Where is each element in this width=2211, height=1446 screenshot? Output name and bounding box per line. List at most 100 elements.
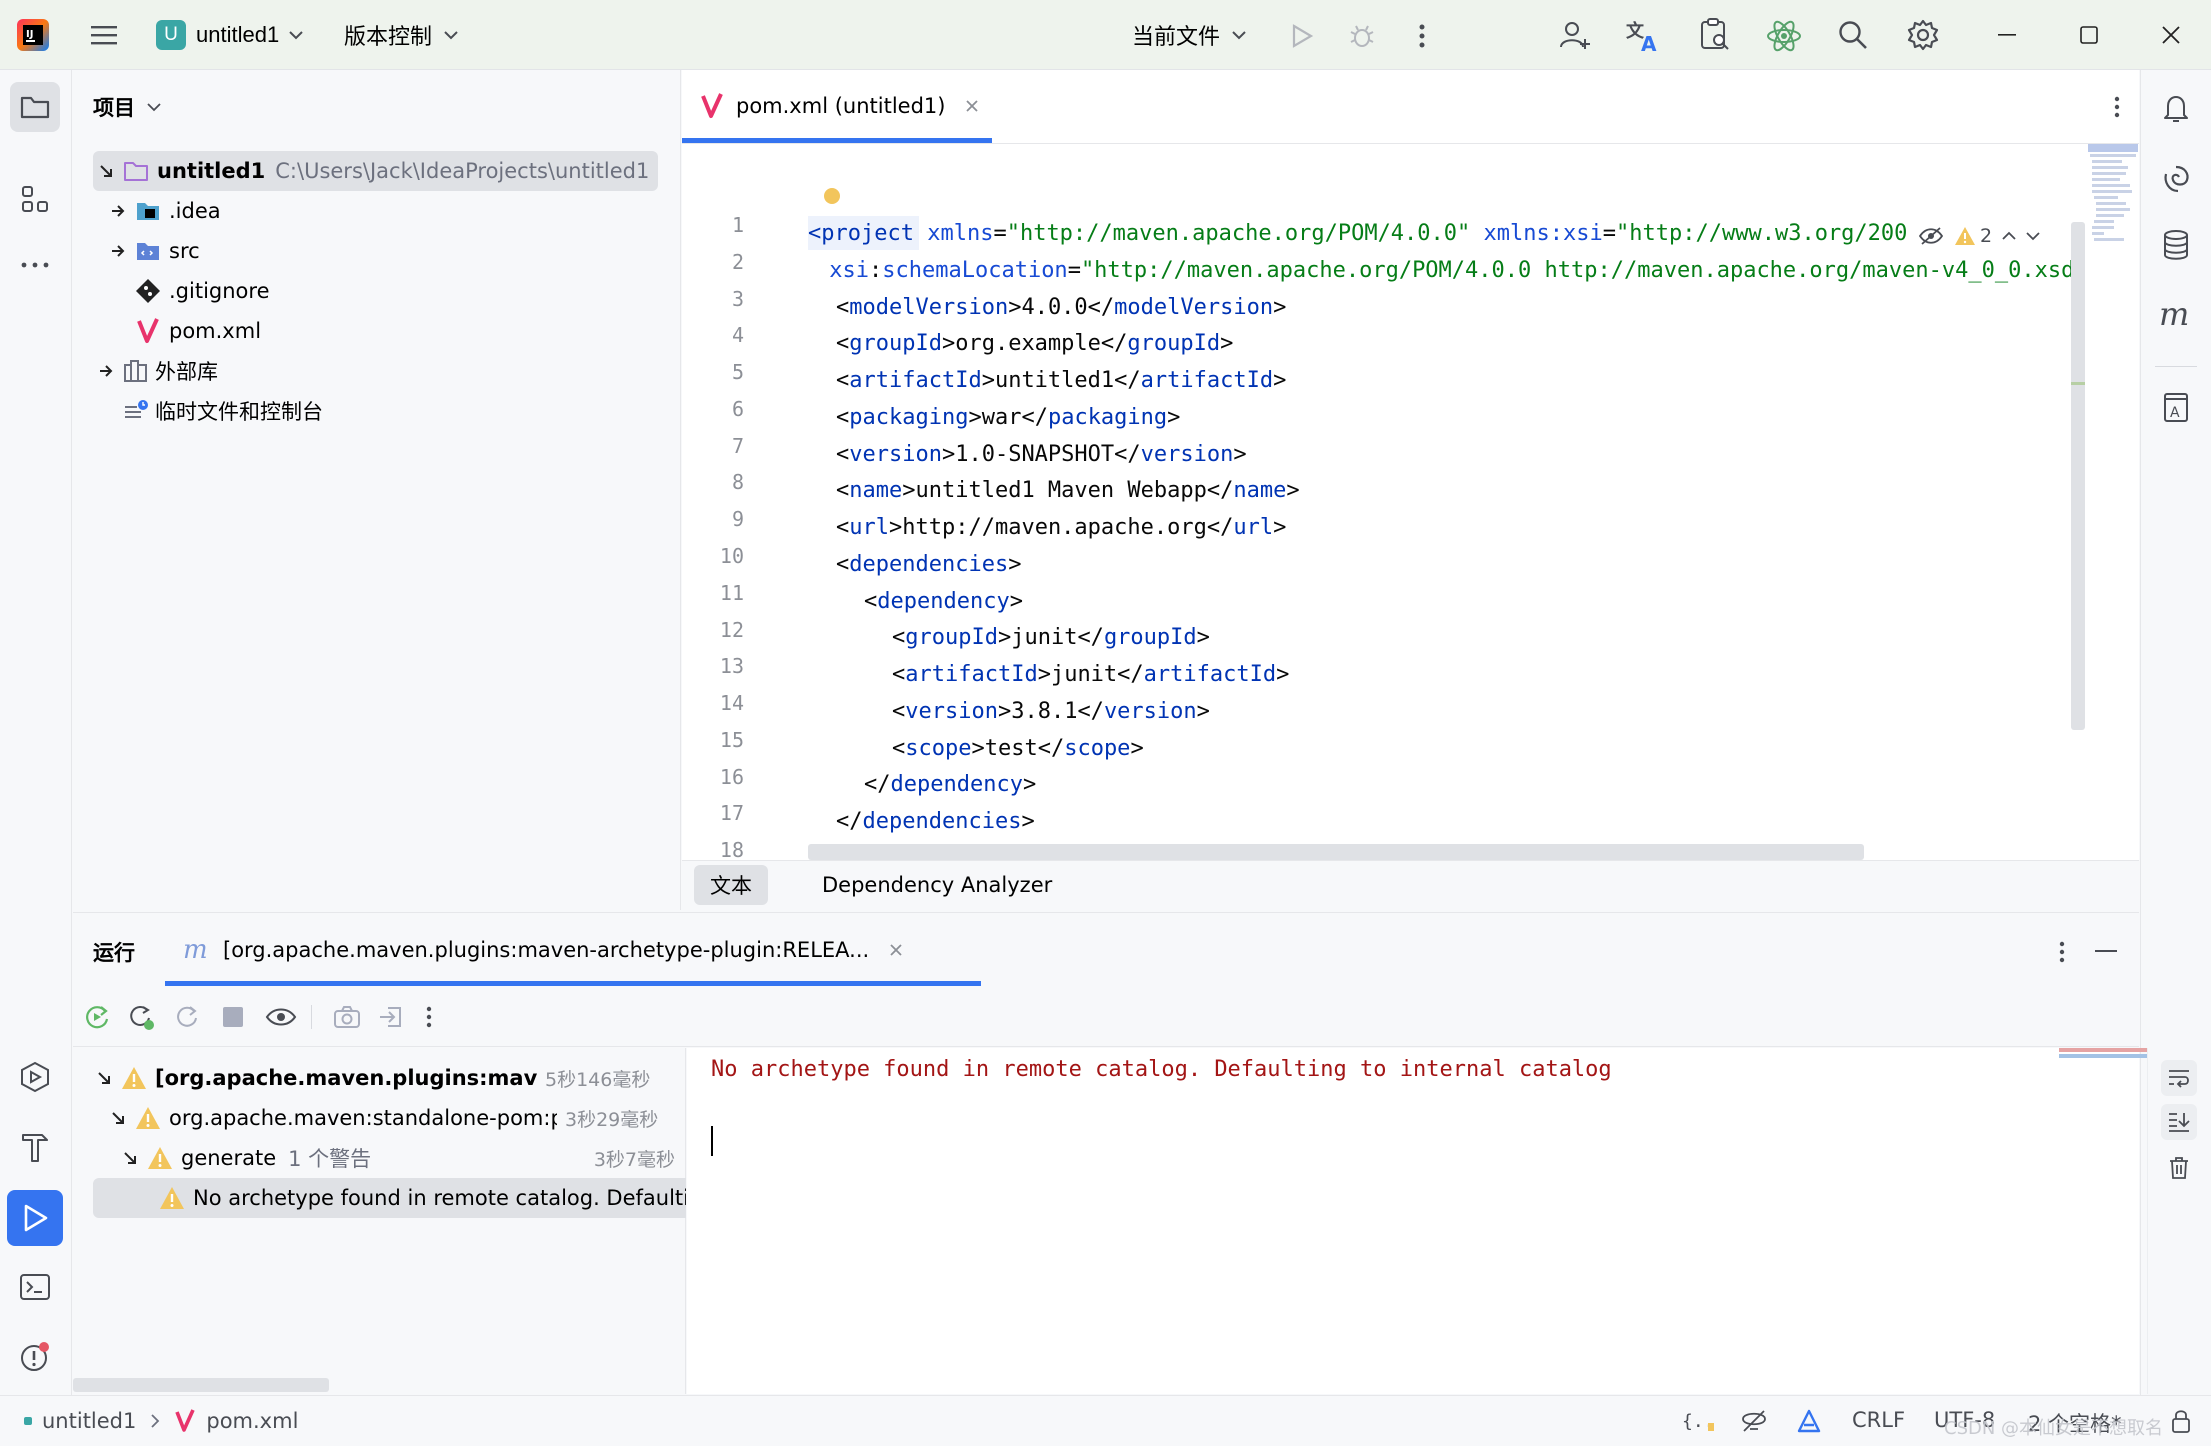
no-highlighting-icon[interactable]: [1736, 1404, 1772, 1438]
maximize-window-icon[interactable]: [2070, 16, 2108, 54]
maven-icon: m: [183, 939, 211, 961]
ai-chat-swirl-icon[interactable]: [2151, 154, 2201, 204]
source-folder-icon: [135, 240, 161, 262]
scroll-to-end-icon[interactable]: [2161, 1104, 2197, 1140]
chevron-down-icon[interactable]: [95, 1069, 113, 1087]
run-tree-node-root[interactable]: [org.apache.maven.plugins:maven- 5秒146毫秒: [95, 1058, 685, 1098]
breadcrumb-project[interactable]: untitled1: [42, 1409, 136, 1433]
tree-node-src[interactable]: src: [109, 231, 200, 271]
run-tree-horizontal-scrollbar[interactable]: [73, 1378, 329, 1392]
maven-icon[interactable]: m: [2151, 290, 2201, 340]
console-output[interactable]: No archetype found in remote catalog. De…: [687, 1048, 2197, 1394]
tree-node-idea[interactable]: .idea: [109, 191, 221, 231]
toolbar-more-icon[interactable]: [417, 1001, 441, 1033]
hide-panel-icon[interactable]: [2089, 937, 2123, 967]
search-icon[interactable]: [1834, 16, 1872, 54]
structure-icon[interactable]: [10, 174, 60, 224]
run-tree: [org.apache.maven.plugins:maven- 5秒146毫秒…: [73, 1048, 686, 1394]
add-user-icon[interactable]: [1556, 16, 1594, 54]
project-widget[interactable]: U untitled1: [150, 14, 309, 56]
run-tree-node-pom[interactable]: org.apache.maven:standalone-pom:p 3秒29毫秒: [109, 1098, 685, 1138]
tree-label: .gitignore: [169, 279, 270, 303]
tree-node-external-libs[interactable]: 外部库: [97, 351, 218, 391]
stop-icon[interactable]: [217, 1001, 249, 1033]
project-panel-header[interactable]: 项目: [93, 92, 161, 122]
database-icon[interactable]: [2151, 220, 2201, 270]
close-tab-icon[interactable]: [965, 99, 979, 113]
tree-node-pom[interactable]: pom.xml: [135, 311, 261, 351]
run-config-selector[interactable]: 当前文件: [1126, 14, 1252, 56]
chevron-up-icon[interactable]: [2002, 231, 2016, 241]
tab-dependency-analyzer[interactable]: Dependency Analyzer: [810, 865, 1064, 905]
terminal-icon[interactable]: [10, 1262, 60, 1312]
close-window-icon[interactable]: [2152, 16, 2190, 54]
run-panel-title-label: 运行: [93, 941, 135, 965]
line-separator[interactable]: CRLF: [1852, 1408, 1905, 1432]
chevron-down-icon[interactable]: [2026, 231, 2040, 241]
chevron-right-icon[interactable]: [109, 202, 127, 220]
translate-icon[interactable]: 文A: [1624, 16, 1664, 56]
svg-text:m: m: [2159, 301, 2189, 329]
settings-gear-icon[interactable]: [1904, 16, 1942, 54]
problems-icon[interactable]: [10, 1332, 60, 1382]
tree-node-gitignore[interactable]: .gitignore: [135, 271, 270, 311]
project-panel-title: 项目: [93, 96, 135, 120]
reader-mode-eye-icon[interactable]: [1918, 226, 1944, 246]
chevron-right-icon: [150, 1413, 160, 1429]
breadcrumb-file[interactable]: pom.xml: [206, 1409, 298, 1433]
chevron-right-icon[interactable]: [109, 242, 127, 260]
json-schema-icon[interactable]: {..}: [1680, 1404, 1716, 1438]
vcs-widget[interactable]: 版本控制: [338, 14, 464, 56]
editor-tab-pom[interactable]: pom.xml (untitled1): [700, 84, 979, 128]
chevron-down-icon[interactable]: [121, 1149, 139, 1167]
more-actions-icon[interactable]: [1404, 18, 1440, 54]
lock-icon[interactable]: [2164, 1404, 2198, 1438]
run-icon[interactable]: [1284, 18, 1320, 54]
run-panel-options-icon[interactable]: [2047, 937, 2077, 967]
git-file-icon: [135, 278, 161, 304]
run-tab[interactable]: m [org.apache.maven.plugins:maven-archet…: [183, 927, 903, 973]
run-tool-icon[interactable]: [7, 1190, 63, 1246]
close-tab-icon[interactable]: [889, 943, 903, 957]
chevron-down-icon[interactable]: [97, 162, 115, 180]
toggle-view-eye-icon[interactable]: [263, 1001, 299, 1033]
chevron-right-icon[interactable]: [97, 362, 115, 380]
services-icon[interactable]: [10, 1052, 60, 1102]
editor-horizontal-scrollbar[interactable]: [808, 844, 1864, 860]
intellij-logo-icon[interactable]: IJ: [14, 16, 52, 54]
clipboard-search-icon[interactable]: [1696, 16, 1734, 54]
run-tree-node-message[interactable]: No archetype found in remote catalog. De…: [159, 1178, 686, 1218]
run-panel-title: 运行: [93, 937, 135, 967]
import-icon[interactable]: [375, 1001, 407, 1033]
ai-assistant-status-icon[interactable]: [1792, 1404, 1828, 1438]
screenshot-camera-icon[interactable]: [331, 1001, 363, 1033]
project-badge: U: [156, 20, 186, 50]
editor-vertical-scrollbar[interactable]: [2071, 222, 2085, 730]
refresh-icon[interactable]: [171, 1001, 203, 1033]
more-tool-windows-icon[interactable]: [10, 240, 60, 290]
rerun-failed-icon[interactable]: [125, 1001, 157, 1033]
debug-icon[interactable]: [1344, 18, 1380, 54]
rerun-icon[interactable]: [81, 1001, 113, 1033]
build-hammer-icon[interactable]: [10, 1122, 60, 1172]
notifications-bell-icon[interactable]: [2151, 84, 2201, 134]
tree-node-scratches[interactable]: 临时文件和控制台: [123, 391, 323, 431]
tree-label: 外部库: [155, 360, 218, 384]
svg-text:m: m: [183, 939, 208, 961]
minimize-window-icon[interactable]: [1988, 16, 2026, 54]
tree-node-root[interactable]: untitled1 C:\Users\Jack\IdeaProjects\unt…: [97, 151, 649, 191]
soft-wrap-icon[interactable]: [2161, 1060, 2197, 1096]
main-menu-icon[interactable]: [84, 15, 124, 55]
editor-tab-more-icon[interactable]: [2102, 92, 2132, 122]
code-line-6: <packaging>war</packaging>: [836, 405, 1181, 430]
ai-translate-book-icon[interactable]: A: [2151, 382, 2201, 432]
inspection-widget[interactable]: 2: [1908, 216, 2080, 256]
run-tree-node-generate[interactable]: generate 1 个警告 3秒7毫秒: [121, 1138, 685, 1178]
clear-all-trash-icon[interactable]: [2161, 1150, 2197, 1186]
tab-text[interactable]: 文本: [694, 865, 768, 905]
project-tool-folder-icon[interactable]: [10, 82, 60, 132]
chevron-down-icon[interactable]: [109, 1109, 127, 1127]
code-minimap[interactable]: [2088, 144, 2138, 254]
run-node-label: org.apache.maven:standalone-pom:p: [169, 1106, 557, 1130]
ai-assistant-icon[interactable]: [1764, 16, 1804, 56]
